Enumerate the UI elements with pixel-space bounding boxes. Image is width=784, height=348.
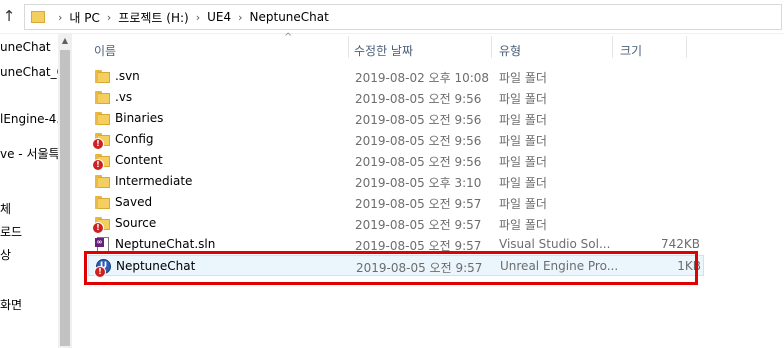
- chevron-right-icon: ›: [106, 10, 112, 24]
- file-name: .svn: [115, 69, 140, 83]
- file-type: 파일 폴더: [499, 92, 547, 106]
- file-row[interactable]: .vs 2019-08-05 오전 9:56 파일 폴더: [88, 87, 704, 108]
- file-row[interactable]: ! Content 2019-08-05 오전 9:56 파일 폴더: [88, 150, 704, 171]
- file-name: Saved: [115, 195, 153, 209]
- folder-icon: [95, 69, 111, 84]
- file-type: Unreal Engine Pro...: [500, 259, 619, 273]
- nav-item[interactable]: 체: [0, 200, 58, 217]
- navigation-pane: uneChat uneChat_O lEngine-4. ve - 서울특 체 …: [0, 34, 72, 348]
- chevron-right-icon: ›: [58, 10, 63, 24]
- folder-conflict-icon: !: [92, 153, 111, 171]
- column-date[interactable]: 수정한 날짜: [354, 42, 413, 59]
- file-date: 2019-08-05 오전 9:57: [355, 218, 482, 232]
- up-arrow-icon[interactable]: ↑: [0, 6, 18, 26]
- folder-conflict-icon: !: [92, 216, 111, 234]
- file-name: Content: [115, 153, 163, 167]
- file-row[interactable]: Binaries 2019-08-05 오전 9:56 파일 폴더: [88, 108, 704, 129]
- file-type: Visual Studio Sol...: [499, 237, 611, 251]
- file-date: 2019-08-05 오전 9:57: [356, 261, 483, 275]
- file-name: Intermediate: [115, 174, 193, 188]
- breadcrumb-item[interactable]: 프로젝트 (H:): [118, 9, 188, 26]
- file-type: 파일 폴더: [499, 113, 547, 127]
- file-date: 2019-08-05 오전 9:56: [355, 92, 482, 106]
- file-date: 2019-08-02 오후 10:08: [355, 71, 490, 85]
- nav-scrollbar[interactable]: ▲: [58, 34, 72, 348]
- folder-icon: [95, 195, 111, 210]
- folder-icon: [95, 111, 111, 126]
- column-name[interactable]: 이름: [94, 42, 116, 59]
- column-type[interactable]: 유형: [499, 42, 521, 59]
- file-type: 파일 폴더: [499, 197, 547, 211]
- breadcrumb-item[interactable]: 내 PC: [69, 9, 99, 26]
- nav-item[interactable]: uneChat: [0, 40, 58, 54]
- file-date: 2019-08-05 오전 9:57: [355, 197, 482, 211]
- file-date: 2019-08-05 오후 3:10: [355, 176, 482, 190]
- file-size: 1KB: [677, 259, 701, 273]
- chevron-right-icon: ›: [238, 10, 243, 24]
- chevron-right-icon: ›: [195, 10, 201, 24]
- folder-icon: [95, 90, 111, 105]
- breadcrumb-item[interactable]: NeptuneChat: [250, 10, 329, 24]
- nav-item[interactable]: 상: [0, 246, 58, 263]
- file-name: NeptuneChat: [116, 259, 196, 273]
- file-type: 파일 폴더: [499, 155, 547, 169]
- nav-item[interactable]: 로드: [0, 223, 58, 240]
- folder-icon: [95, 174, 111, 189]
- file-date: 2019-08-05 오전 9:57: [355, 239, 482, 253]
- file-row[interactable]: .svn 2019-08-02 오후 10:08 파일 폴더: [88, 66, 704, 87]
- scroll-up-icon[interactable]: ▲: [58, 36, 72, 45]
- file-name: Config: [115, 132, 154, 146]
- file-type: 파일 폴더: [499, 218, 547, 232]
- file-date: 2019-08-05 오전 9:56: [355, 134, 482, 148]
- file-type: 파일 폴더: [499, 134, 547, 148]
- file-row-selected[interactable]: U! NeptuneChat 2019-08-05 오전 9:57 Unreal…: [88, 255, 704, 278]
- file-size: 742KB: [660, 237, 700, 251]
- nav-item[interactable]: 화면: [0, 296, 58, 313]
- address-bar: ↑ › 내 PC › 프로젝트 (H:) › UE4 › NeptuneChat: [0, 0, 784, 34]
- file-row[interactable]: Saved 2019-08-05 오전 9:57 파일 폴더: [88, 192, 704, 213]
- column-divider[interactable]: [491, 36, 492, 58]
- scrollbar-thumb[interactable]: [60, 50, 70, 346]
- file-row[interactable]: ! Source 2019-08-05 오전 9:57 파일 폴더: [88, 213, 704, 234]
- file-name: Source: [115, 216, 157, 230]
- breadcrumb-item[interactable]: UE4: [207, 10, 231, 24]
- file-row[interactable]: Intermediate 2019-08-05 오후 3:10 파일 폴더: [88, 171, 704, 192]
- file-date: 2019-08-05 오전 9:56: [355, 155, 482, 169]
- file-type: 파일 폴더: [499, 176, 547, 190]
- sort-ascending-icon: ^: [284, 32, 293, 43]
- file-name: Binaries: [115, 111, 164, 125]
- column-header: ^ 이름 수정한 날짜 유형 크기: [72, 32, 784, 61]
- folder-conflict-icon: !: [92, 132, 111, 150]
- file-name: .vs: [115, 90, 133, 104]
- nav-item[interactable]: ve - 서울특: [0, 145, 58, 162]
- column-divider[interactable]: [686, 36, 687, 58]
- unreal-project-icon: U!: [94, 259, 112, 278]
- file-type: 파일 폴더: [499, 71, 547, 85]
- nav-item[interactable]: lEngine-4.: [0, 112, 58, 126]
- file-row[interactable]: ∞ NeptuneChat.sln 2019-08-05 오전 9:57 Vis…: [88, 234, 704, 255]
- folder-icon: [31, 10, 47, 24]
- column-divider[interactable]: [612, 36, 613, 58]
- file-date: 2019-08-05 오전 9:56: [355, 113, 482, 127]
- column-size[interactable]: 크기: [620, 42, 642, 59]
- file-name: NeptuneChat.sln: [115, 237, 216, 251]
- breadcrumb[interactable]: › 내 PC › 프로젝트 (H:) › UE4 › NeptuneChat: [24, 4, 782, 30]
- visual-studio-solution-icon: ∞: [95, 237, 111, 252]
- nav-item[interactable]: uneChat_O: [0, 65, 58, 79]
- file-row[interactable]: ! Config 2019-08-05 오전 9:56 파일 폴더: [88, 129, 704, 150]
- column-divider[interactable]: [348, 36, 349, 58]
